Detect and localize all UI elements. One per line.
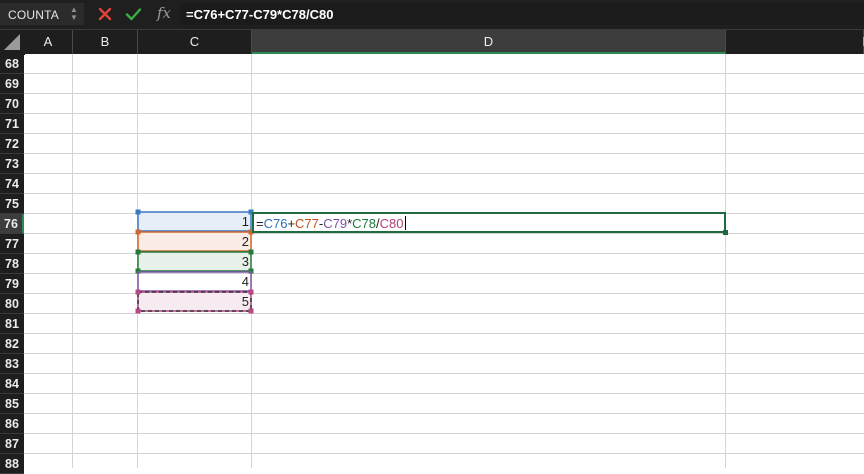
ref-border-c80 <box>137 291 252 312</box>
ref-handle-c80-tl <box>135 289 141 295</box>
ref-border-c76 <box>137 211 252 232</box>
ref-handle-c76-tl <box>135 209 141 215</box>
formula-token: C79 <box>323 216 348 231</box>
reference-highlights <box>135 209 254 314</box>
formula-token: C77 <box>295 216 319 231</box>
formula-token: = <box>256 216 264 231</box>
formula-token: C80 <box>379 216 404 231</box>
fill-handle[interactable] <box>723 230 728 235</box>
ref-handle-c78-tl <box>135 249 141 255</box>
ref-border-c77 <box>137 231 252 252</box>
ref-handle-c80-br <box>248 308 254 314</box>
formula-token: C76 <box>263 216 288 231</box>
ref-handle-c80-tr <box>248 289 254 295</box>
text-caret <box>404 216 406 230</box>
formula-token: C78 <box>352 216 377 231</box>
ref-border-c79 <box>137 271 252 292</box>
formula-token: + <box>287 216 296 231</box>
cell-edit-text[interactable]: =C76+C77-C79*C78/C80 <box>256 215 406 232</box>
ref-handle-c80-bl <box>135 308 141 314</box>
active-cell-d76[interactable]: =C76+C77-C79*C78/C80 <box>252 212 726 233</box>
ref-border-c78 <box>137 251 252 272</box>
ref-handle-c78-tr <box>248 249 254 255</box>
ref-handle-c77-tl <box>135 229 141 235</box>
copy-marquee-c80 <box>137 291 252 312</box>
